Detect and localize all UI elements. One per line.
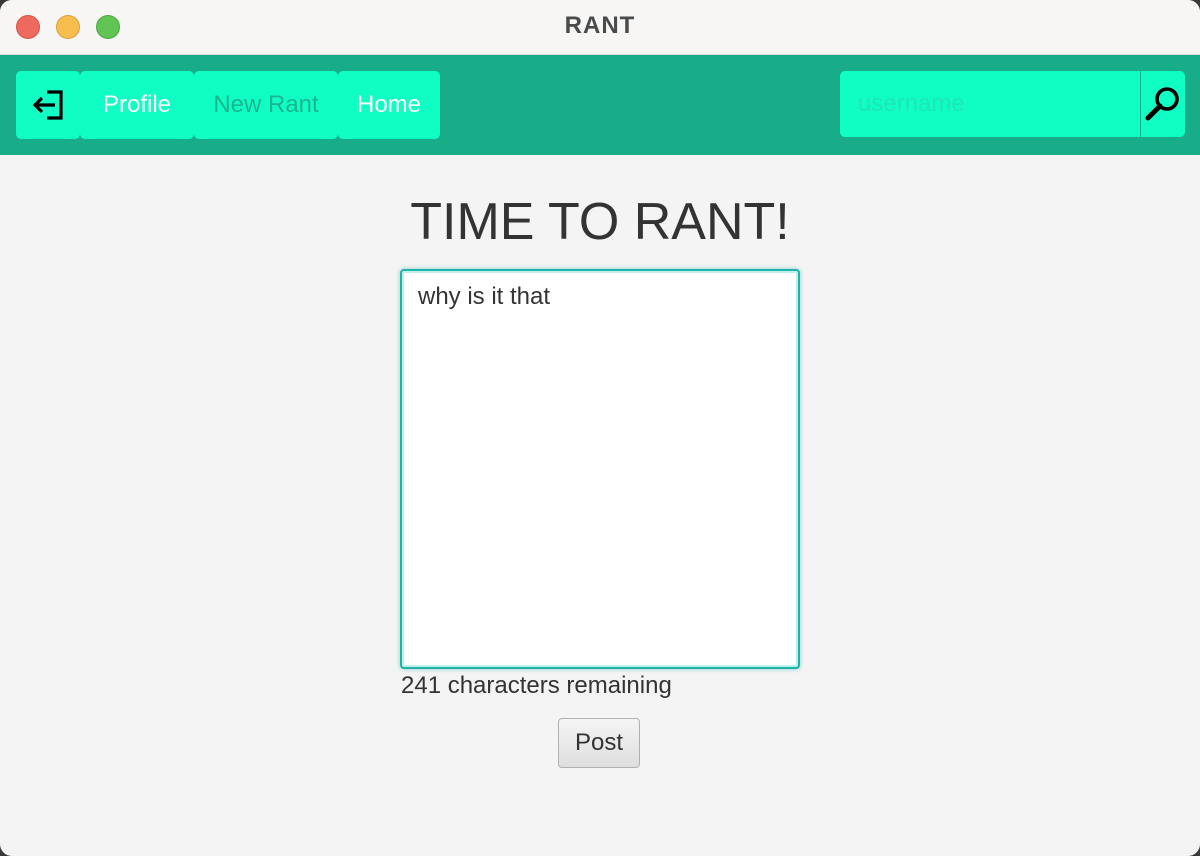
navigation-bar: Profile New Rant Home <box>0 55 1200 155</box>
post-button[interactable]: Post <box>558 718 640 768</box>
search-button[interactable] <box>1141 71 1185 137</box>
logout-icon <box>32 90 63 120</box>
app-window: RANT Profile New Rant Home TIME TO RANT!… <box>0 0 1200 856</box>
nav-profile-button[interactable]: Profile <box>80 71 194 139</box>
characters-remaining-label: 241 characters remaining <box>401 672 672 699</box>
username-search-input[interactable] <box>840 71 1140 137</box>
title-bar: RANT <box>0 0 1200 55</box>
nav-home-button[interactable]: Home <box>338 71 440 139</box>
logout-button[interactable] <box>16 71 80 139</box>
page-heading: TIME TO RANT! <box>410 193 790 251</box>
search-icon <box>1145 87 1179 121</box>
rant-textarea[interactable]: why is it that <box>400 269 800 669</box>
window-title: RANT <box>564 12 636 39</box>
nav-new-rant-button[interactable]: New Rant <box>194 71 338 139</box>
